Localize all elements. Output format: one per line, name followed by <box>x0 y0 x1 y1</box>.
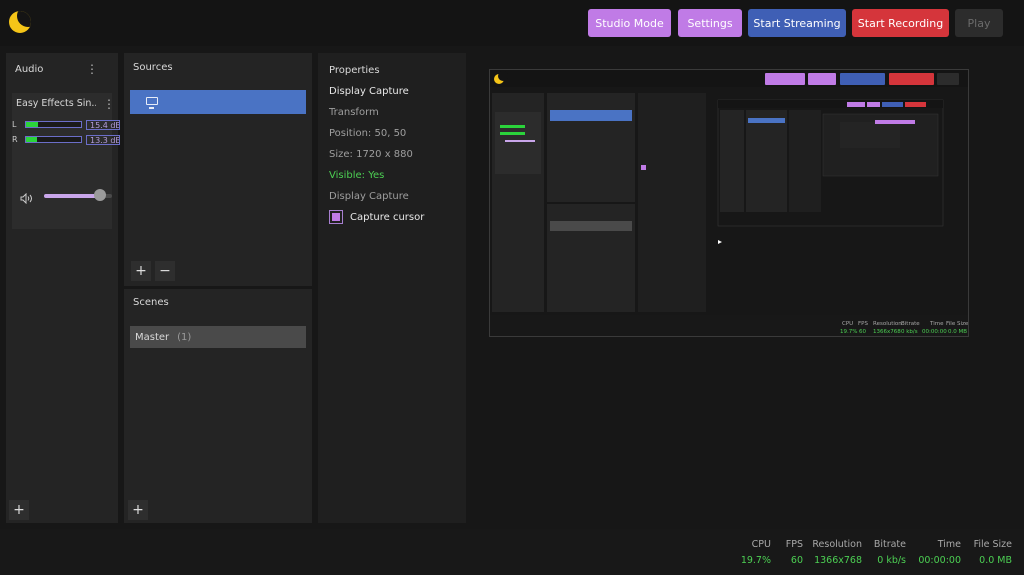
cpu-value: 19.7% <box>740 555 771 566</box>
volume-slider-handle[interactable] <box>93 189 106 201</box>
play-button[interactable]: Play <box>955 9 1003 37</box>
svg-text:0 kb/s: 0 kb/s <box>901 329 918 335</box>
right-db-value: 13.3 dB <box>86 135 120 145</box>
audio-mixer-item: Easy Effects Sin... ⋮ L 15.4 dB R 13.3 d… <box>12 93 120 229</box>
svg-text:60: 60 <box>859 329 866 335</box>
stat-bitrate: Bitrate 0 kb/s <box>874 539 906 566</box>
fps-value: 60 <box>790 555 803 566</box>
volume-slider-fill <box>44 194 100 198</box>
svg-text:0.0 MB: 0.0 MB <box>948 329 967 335</box>
speaker-icon[interactable] <box>20 193 33 204</box>
app-logo <box>9 11 31 33</box>
audio-source-name: Easy Effects Sin... <box>16 98 96 109</box>
stat-fps: FPS 60 <box>786 539 803 566</box>
preview-image: CPU FPS Resolution Bitrate Time File Size 19.… <box>490 70 969 336</box>
studio-mode-button[interactable]: Studio Mode <box>588 9 671 37</box>
properties-size: Size: 1720 x 880 <box>329 149 413 160</box>
svg-text:FPS: FPS <box>858 321 868 327</box>
start-streaming-button[interactable]: Start Streaming <box>748 9 846 37</box>
properties-visible: Visible: Yes <box>329 170 385 181</box>
resolution-label: Resolution <box>812 539 862 550</box>
properties-position: Position: 50, 50 <box>329 128 407 139</box>
right-level-meter <box>25 136 82 143</box>
top-toolbar: Studio Mode Settings Start Streaming Sta… <box>0 0 1024 46</box>
stat-time: Time 00:00:00 <box>918 539 961 566</box>
audio-kebab-icon[interactable]: ⋮ <box>86 63 98 75</box>
stat-resolution: Resolution 1366x768 <box>812 539 862 566</box>
settings-button[interactable]: Settings <box>678 9 742 37</box>
stat-cpu: CPU 19.7% <box>741 539 771 566</box>
audio-panel: Audio ⋮ Easy Effects Sin... ⋮ L 15.4 dB … <box>6 53 120 523</box>
svg-text:File Size: File Size <box>946 321 969 327</box>
add-audio-button[interactable]: + <box>9 500 29 520</box>
monitor-icon <box>146 97 158 109</box>
source-item-display-capture[interactable] <box>130 90 306 114</box>
svg-text:00:00:00: 00:00:00 <box>922 329 947 335</box>
svg-text:1366x768: 1366x768 <box>873 329 901 335</box>
right-level-fill <box>26 137 37 142</box>
left-channel-label: L <box>12 120 17 129</box>
scene-item-master[interactable]: Master (1) <box>130 326 306 348</box>
capture-cursor-checkbox[interactable] <box>329 210 343 224</box>
resolution-value: 1366x768 <box>814 555 862 566</box>
left-db-value: 15.4 dB <box>86 120 120 130</box>
sources-panel: Sources + − <box>124 53 312 286</box>
start-recording-button[interactable]: Start Recording <box>852 9 949 37</box>
capture-cursor-label: Capture cursor <box>350 212 425 223</box>
right-channel-label: R <box>12 135 18 144</box>
cpu-label: CPU <box>751 539 771 550</box>
svg-text:19.7%: 19.7% <box>840 329 857 335</box>
left-level-meter <box>25 121 82 128</box>
fps-label: FPS <box>785 539 803 550</box>
preview-canvas[interactable]: CPU FPS Resolution Bitrate Time File Size 19.… <box>489 69 969 337</box>
time-label: Time <box>937 539 961 550</box>
stat-file-size: File Size 0.0 MB <box>974 539 1012 566</box>
add-scene-button[interactable]: + <box>128 500 148 520</box>
time-value: 00:00:00 <box>918 555 961 566</box>
bitrate-label: Bitrate <box>873 539 906 550</box>
properties-transform-heading: Transform <box>329 107 379 118</box>
add-source-button[interactable]: + <box>131 261 151 281</box>
left-level-fill <box>26 122 39 127</box>
scenes-title: Scenes <box>133 297 169 308</box>
volume-slider[interactable] <box>44 189 112 201</box>
scenes-panel: Scenes Master (1) + <box>124 289 312 523</box>
properties-source-name: Display Capture <box>329 86 409 97</box>
audio-item-kebab-icon[interactable]: ⋮ <box>103 98 115 110</box>
bitrate-value: 0 kb/s <box>877 555 906 566</box>
svg-text:Bitrate: Bitrate <box>901 321 920 327</box>
status-bar: CPU 19.7% FPS 60 Resolution 1366x768 Bit… <box>0 529 1024 575</box>
scene-name: Master <box>135 331 170 343</box>
svg-text:CPU: CPU <box>842 321 853 327</box>
audio-title: Audio <box>15 64 44 75</box>
svg-text:Resolution: Resolution <box>873 321 902 327</box>
properties-panel: Properties Display Capture Transform Pos… <box>318 53 466 523</box>
remove-source-button[interactable]: − <box>155 261 175 281</box>
svg-text:Time: Time <box>929 321 944 327</box>
sources-title: Sources <box>133 62 173 73</box>
scene-source-count: (1) <box>177 331 192 343</box>
file-size-value: 0.0 MB <box>979 555 1012 566</box>
properties-section-heading: Display Capture <box>329 191 409 202</box>
properties-title: Properties <box>329 65 380 76</box>
file-size-label: File Size <box>973 539 1012 550</box>
